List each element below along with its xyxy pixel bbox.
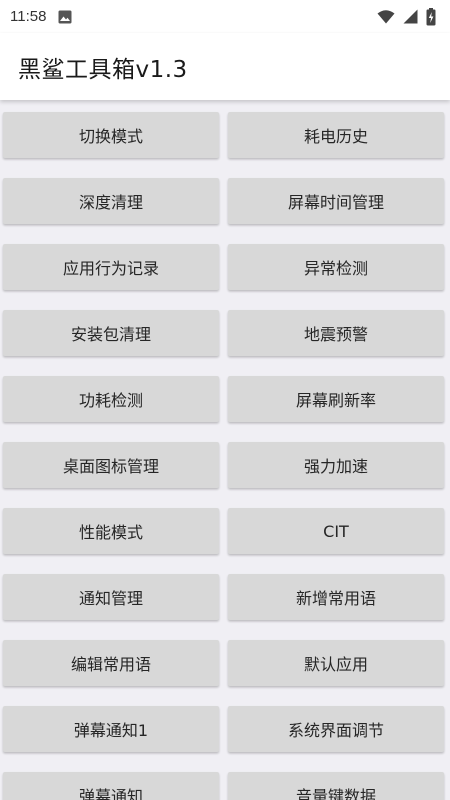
status-bar: 11:58 <box>0 0 450 33</box>
button-label: 弹幕通知 <box>78 787 143 800</box>
button-label: 通知管理 <box>78 589 143 608</box>
earthquake-alert-button[interactable]: 地震预警 <box>228 310 444 356</box>
switch-mode-button[interactable]: 切换模式 <box>3 112 219 158</box>
notification-manager-button[interactable]: 通知管理 <box>3 574 219 620</box>
image-notification-icon <box>58 10 72 24</box>
button-label: 应用行为记录 <box>62 259 159 278</box>
refresh-rate-button[interactable]: 屏幕刷新率 <box>228 376 444 422</box>
button-label: 功耗检测 <box>78 391 143 410</box>
volume-key-data-button[interactable]: 音量键数据 <box>228 772 444 800</box>
button-label: 系统界面调节 <box>287 721 384 740</box>
screen-time-button[interactable]: 屏幕时间管理 <box>228 178 444 224</box>
system-ui-tuner-button[interactable]: 系统界面调节 <box>228 706 444 752</box>
status-right <box>377 7 436 26</box>
boost-button[interactable]: 强力加速 <box>228 442 444 488</box>
button-label: 性能模式 <box>78 523 143 542</box>
button-label: 默认应用 <box>303 655 368 674</box>
button-label: 音量键数据 <box>295 787 376 800</box>
button-label: 安装包清理 <box>70 325 151 344</box>
battery-charging-icon <box>426 7 436 26</box>
status-time: 11:58 <box>10 8 47 25</box>
package-cleanup-button[interactable]: 安装包清理 <box>3 310 219 356</box>
anomaly-detection-button[interactable]: 异常检测 <box>228 244 444 290</box>
bullet-notification-1-button[interactable]: 弹幕通知1 <box>3 706 219 752</box>
button-label: 地震预警 <box>303 325 368 344</box>
cit-button[interactable]: CIT <box>228 508 444 554</box>
button-label: CIT <box>323 521 349 541</box>
button-label: 切换模式 <box>78 127 143 146</box>
edit-phrase-button[interactable]: 编辑常用语 <box>3 640 219 686</box>
tool-grid: 切换模式 耗电历史 深度清理 屏幕时间管理 应用行为记录 异常检测 安装包清理 … <box>3 112 447 800</box>
app-bar: 黑鲨工具箱v1.3 <box>0 33 450 100</box>
tool-list[interactable]: 切换模式 耗电历史 深度清理 屏幕时间管理 应用行为记录 异常检测 安装包清理 … <box>0 100 450 800</box>
button-label: 新增常用语 <box>295 589 376 608</box>
cellular-signal-icon <box>403 9 418 24</box>
button-label: 耗电历史 <box>303 127 368 146</box>
button-label: 强力加速 <box>303 457 368 476</box>
power-usage-history-button[interactable]: 耗电历史 <box>228 112 444 158</box>
button-label: 深度清理 <box>78 193 143 212</box>
deep-clean-button[interactable]: 深度清理 <box>3 178 219 224</box>
status-left: 11:58 <box>10 8 72 25</box>
button-label: 弹幕通知1 <box>73 721 149 740</box>
button-label: 屏幕刷新率 <box>295 391 376 410</box>
performance-mode-button[interactable]: 性能模式 <box>3 508 219 554</box>
app-title: 黑鲨工具箱v1.3 <box>18 56 188 83</box>
bullet-notification-button[interactable]: 弹幕通知 <box>3 772 219 800</box>
power-consumption-test-button[interactable]: 功耗检测 <box>3 376 219 422</box>
add-phrase-button[interactable]: 新增常用语 <box>228 574 444 620</box>
default-apps-button[interactable]: 默认应用 <box>228 640 444 686</box>
button-label: 编辑常用语 <box>70 655 151 674</box>
button-label: 屏幕时间管理 <box>287 193 384 212</box>
app-behavior-log-button[interactable]: 应用行为记录 <box>3 244 219 290</box>
button-label: 桌面图标管理 <box>62 457 159 476</box>
button-label: 异常检测 <box>303 259 368 278</box>
desktop-icon-manager-button[interactable]: 桌面图标管理 <box>3 442 219 488</box>
wifi-icon <box>377 9 395 24</box>
